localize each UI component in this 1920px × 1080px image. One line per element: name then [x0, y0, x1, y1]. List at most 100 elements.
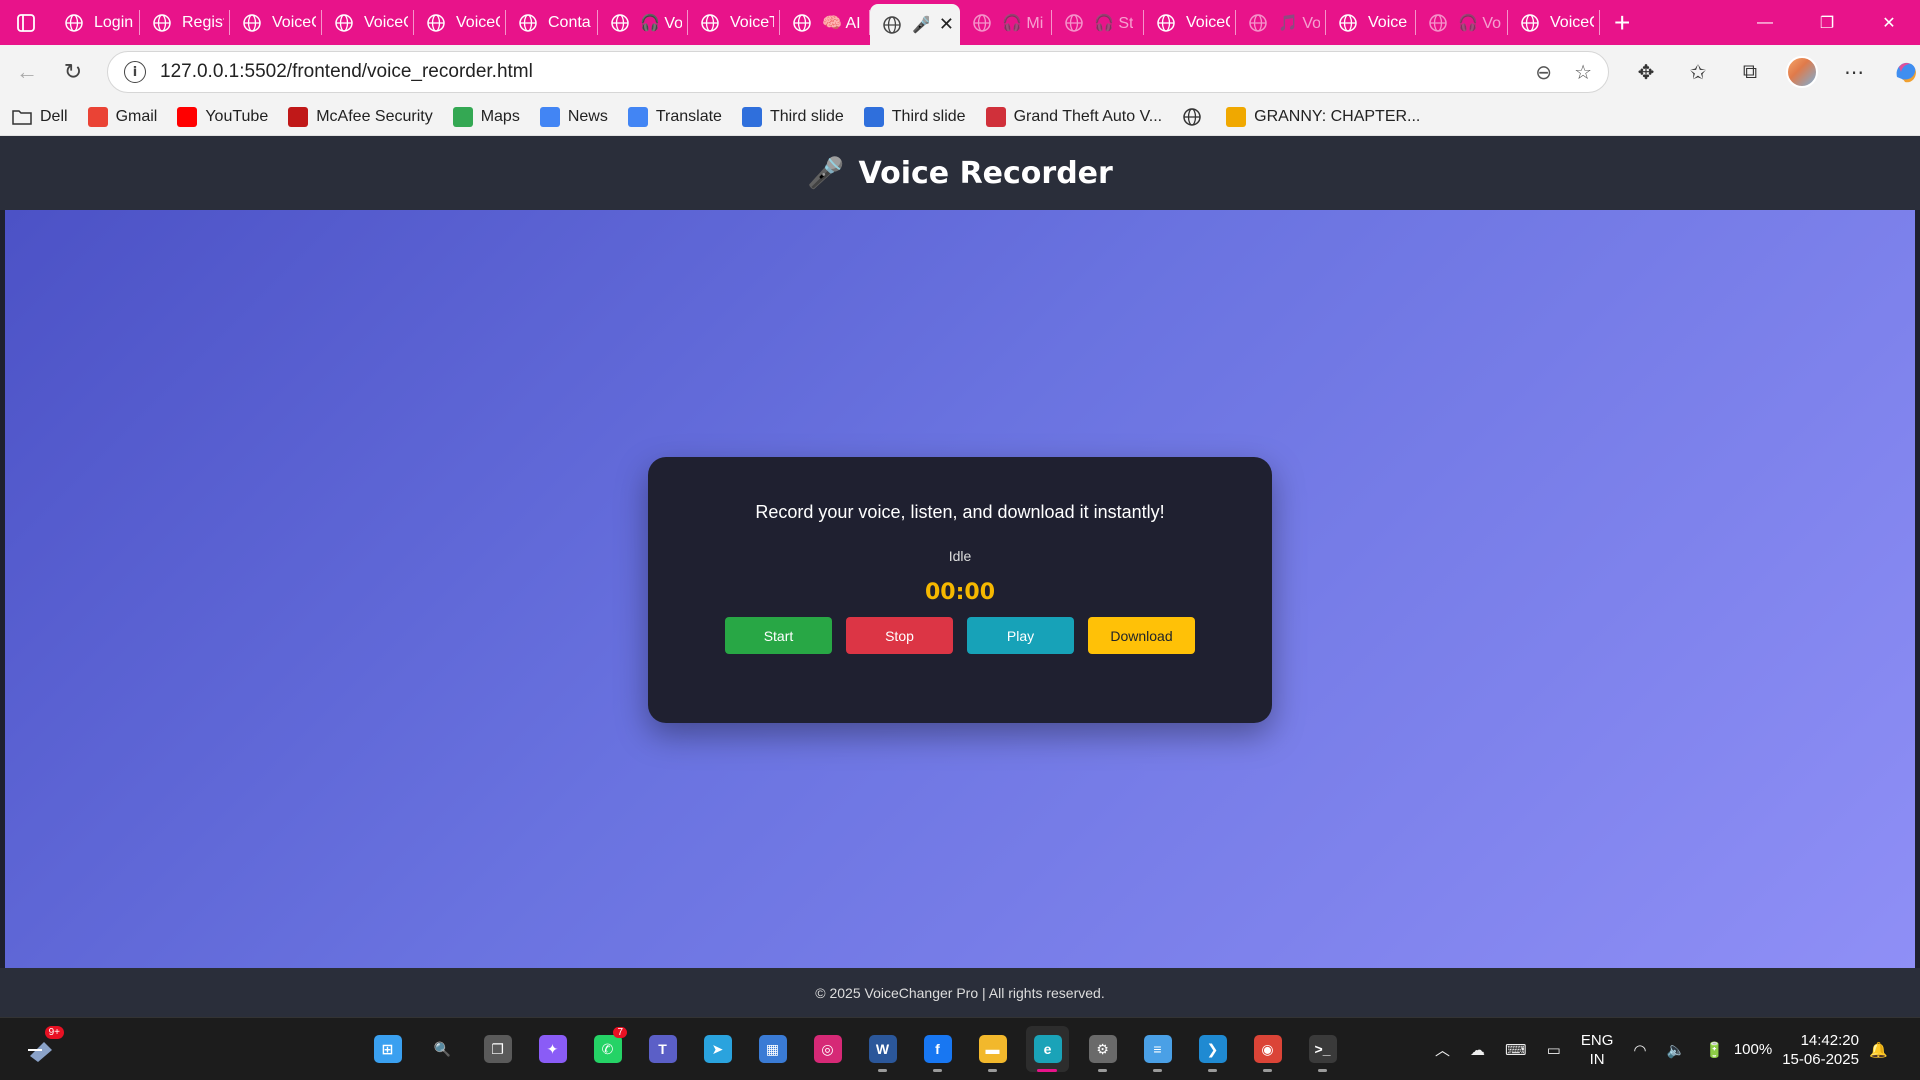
- bookmark-item[interactable]: Maps: [452, 107, 520, 127]
- browser-tab[interactable]: VoiceC: [414, 0, 506, 45]
- browser-tab[interactable]: VoiceT: [688, 0, 780, 45]
- language-indicator[interactable]: ENG IN: [1581, 1031, 1614, 1069]
- refresh-button[interactable]: ↻: [50, 52, 96, 92]
- bookmark-item[interactable]: [1182, 107, 1210, 127]
- url-text[interactable]: 127.0.0.1:5502/frontend/voice_recorder.h…: [160, 61, 533, 83]
- running-indicator: [988, 1069, 997, 1072]
- volume-icon[interactable]: 🔈: [1666, 1041, 1685, 1059]
- site-info-icon[interactable]: i: [124, 61, 146, 83]
- taskbar-app[interactable]: ✦: [531, 1026, 574, 1072]
- bookmark-item[interactable]: YouTube: [177, 107, 268, 127]
- bookmark-item[interactable]: Grand Theft Auto V...: [985, 107, 1162, 127]
- clock-time: 14:42:20: [1800, 1031, 1859, 1049]
- bookmark-item[interactable]: News: [539, 107, 608, 127]
- notifications-icon[interactable]: 🔔: [1869, 1041, 1888, 1059]
- footer-copyright: © 2025 VoiceChanger Pro | All rights res…: [815, 984, 1105, 1001]
- taskbar-app[interactable]: ❐: [476, 1026, 519, 1072]
- browser-tab[interactable]: Login: [52, 0, 140, 45]
- bookmark-item[interactable]: McAfee Security: [288, 107, 433, 127]
- favorites-icon[interactable]: ✩: [1672, 52, 1724, 92]
- bookmark-item[interactable]: GRANNY: CHAPTER...: [1226, 107, 1420, 127]
- clock[interactable]: 14:42:20 15-06-2025: [1782, 1031, 1859, 1069]
- address-bar[interactable]: i 127.0.0.1:5502/frontend/voice_recorder…: [107, 51, 1609, 93]
- taskbar-app[interactable]: f: [916, 1026, 959, 1072]
- taskbar-app[interactable]: e: [1026, 1026, 1069, 1072]
- browser-tab[interactable]: Conta: [506, 0, 598, 45]
- taskbar-app[interactable]: T: [641, 1026, 684, 1072]
- bookmark-item[interactable]: Third slide: [741, 107, 844, 127]
- wifi-icon[interactable]: ◠: [1633, 1041, 1646, 1059]
- collections-icon[interactable]: ⧉: [1724, 52, 1776, 92]
- taskbar-app[interactable]: >_: [1301, 1026, 1344, 1072]
- recorder-controls: Start Stop Play Download: [648, 617, 1272, 654]
- play-button[interactable]: Play: [967, 617, 1074, 654]
- battery-icon[interactable]: 🔋: [1705, 1041, 1724, 1059]
- browser-tab[interactable]: Regist: [140, 0, 230, 45]
- running-indicator: [1318, 1069, 1327, 1072]
- start-button[interactable]: Start: [725, 617, 832, 654]
- copilot-icon: [1896, 62, 1916, 83]
- browser-tab[interactable]: VoiceC: [1508, 0, 1600, 45]
- taskbar-app[interactable]: W: [861, 1026, 904, 1072]
- tab-title: VoiceT: [730, 13, 774, 31]
- taskbar-app[interactable]: ≡: [1136, 1026, 1179, 1072]
- taskbar-app[interactable]: ◎: [806, 1026, 849, 1072]
- browser-tab[interactable]: VoiceC: [1144, 0, 1236, 45]
- browser-tab[interactable]: VoiceC: [322, 0, 414, 45]
- tab-actions-icon: [17, 13, 35, 32]
- favorite-star-icon[interactable]: ☆: [1574, 60, 1592, 85]
- browser-tab[interactable]: 🎧 St: [1052, 0, 1144, 45]
- extensions-icon[interactable]: ✥: [1620, 52, 1672, 92]
- minimize-button[interactable]: —: [1734, 0, 1796, 45]
- omnibox-actions: ⊖ ☆: [1535, 60, 1592, 85]
- taskbar-app[interactable]: ⊞: [366, 1026, 409, 1072]
- bookmark-item[interactable]: Translate: [627, 107, 722, 127]
- whatsapp-icon: ✆: [593, 1035, 622, 1063]
- restore-button[interactable]: ❐: [1796, 0, 1858, 45]
- close-window-button[interactable]: ✕: [1858, 0, 1920, 45]
- browser-tab[interactable]: 🧠 AI: [780, 0, 870, 45]
- bookmark-item[interactable]: Dell: [12, 107, 68, 127]
- bookmark-label: Maps: [480, 108, 520, 125]
- tab-actions-button[interactable]: [0, 0, 52, 45]
- browser-tab[interactable]: 🎧 Mi: [960, 0, 1052, 45]
- taskbar-app[interactable]: ▬: [971, 1026, 1014, 1072]
- keyboard-icon[interactable]: ⌨: [1505, 1041, 1527, 1059]
- stop-button[interactable]: Stop: [846, 617, 953, 654]
- browser-tab[interactable]: Voice: [1326, 0, 1416, 45]
- taskbar-app[interactable]: ⚙: [1081, 1026, 1124, 1072]
- globe-icon: [790, 11, 814, 35]
- new-tab-button[interactable]: +: [1600, 0, 1644, 45]
- browser-tab[interactable]: VoiceC: [230, 0, 322, 45]
- zoom-out-icon[interactable]: ⊖: [1535, 60, 1552, 85]
- taskbar-app[interactable]: 🔍: [421, 1026, 464, 1072]
- taskbar-app[interactable]: ▦: [751, 1026, 794, 1072]
- show-hidden-icons-icon[interactable]: ︿: [1435, 1039, 1450, 1060]
- widgets-button[interactable]: 9+: [24, 1026, 64, 1068]
- browser-tab[interactable]: 🎧 Vo: [1416, 0, 1508, 45]
- close-tab-icon[interactable]: ✕: [939, 14, 954, 35]
- taskbar-app[interactable]: ❯: [1191, 1026, 1234, 1072]
- tab-list: Login Regist VoiceC VoiceC VoiceC Conta 🎧 Vo Vo…: [52, 0, 1600, 45]
- taskbar-app[interactable]: ✆ 7: [586, 1026, 629, 1072]
- language-code: ENG: [1580, 1031, 1614, 1049]
- pen-menu-icon[interactable]: ▭: [1547, 1041, 1561, 1059]
- copilot-button[interactable]: [1880, 52, 1920, 92]
- task-view-icon: ❐: [483, 1035, 512, 1063]
- app-badge: 7: [613, 1027, 627, 1038]
- profile-button[interactable]: [1776, 52, 1828, 92]
- tab-title: VoiceC: [456, 13, 500, 31]
- settings-icon: ⚙: [1088, 1035, 1117, 1063]
- bookmark-item[interactable]: Third slide: [863, 107, 966, 127]
- more-menu-icon[interactable]: ⋯: [1828, 52, 1880, 92]
- browser-tab[interactable]: 🎤 ✕: [870, 4, 960, 45]
- download-button[interactable]: Download: [1088, 617, 1195, 654]
- browser-tab[interactable]: 🎵 Vo: [1236, 0, 1326, 45]
- bookmark-item[interactable]: Gmail: [87, 107, 157, 127]
- taskbar-app[interactable]: ➤: [696, 1026, 739, 1072]
- tab-title: Regist: [182, 13, 224, 31]
- taskbar-app[interactable]: ◉: [1246, 1026, 1289, 1072]
- browser-tab[interactable]: 🎧 Vo: [598, 0, 688, 45]
- onedrive-icon[interactable]: ☁: [1470, 1041, 1485, 1059]
- back-button[interactable]: ←: [4, 52, 50, 92]
